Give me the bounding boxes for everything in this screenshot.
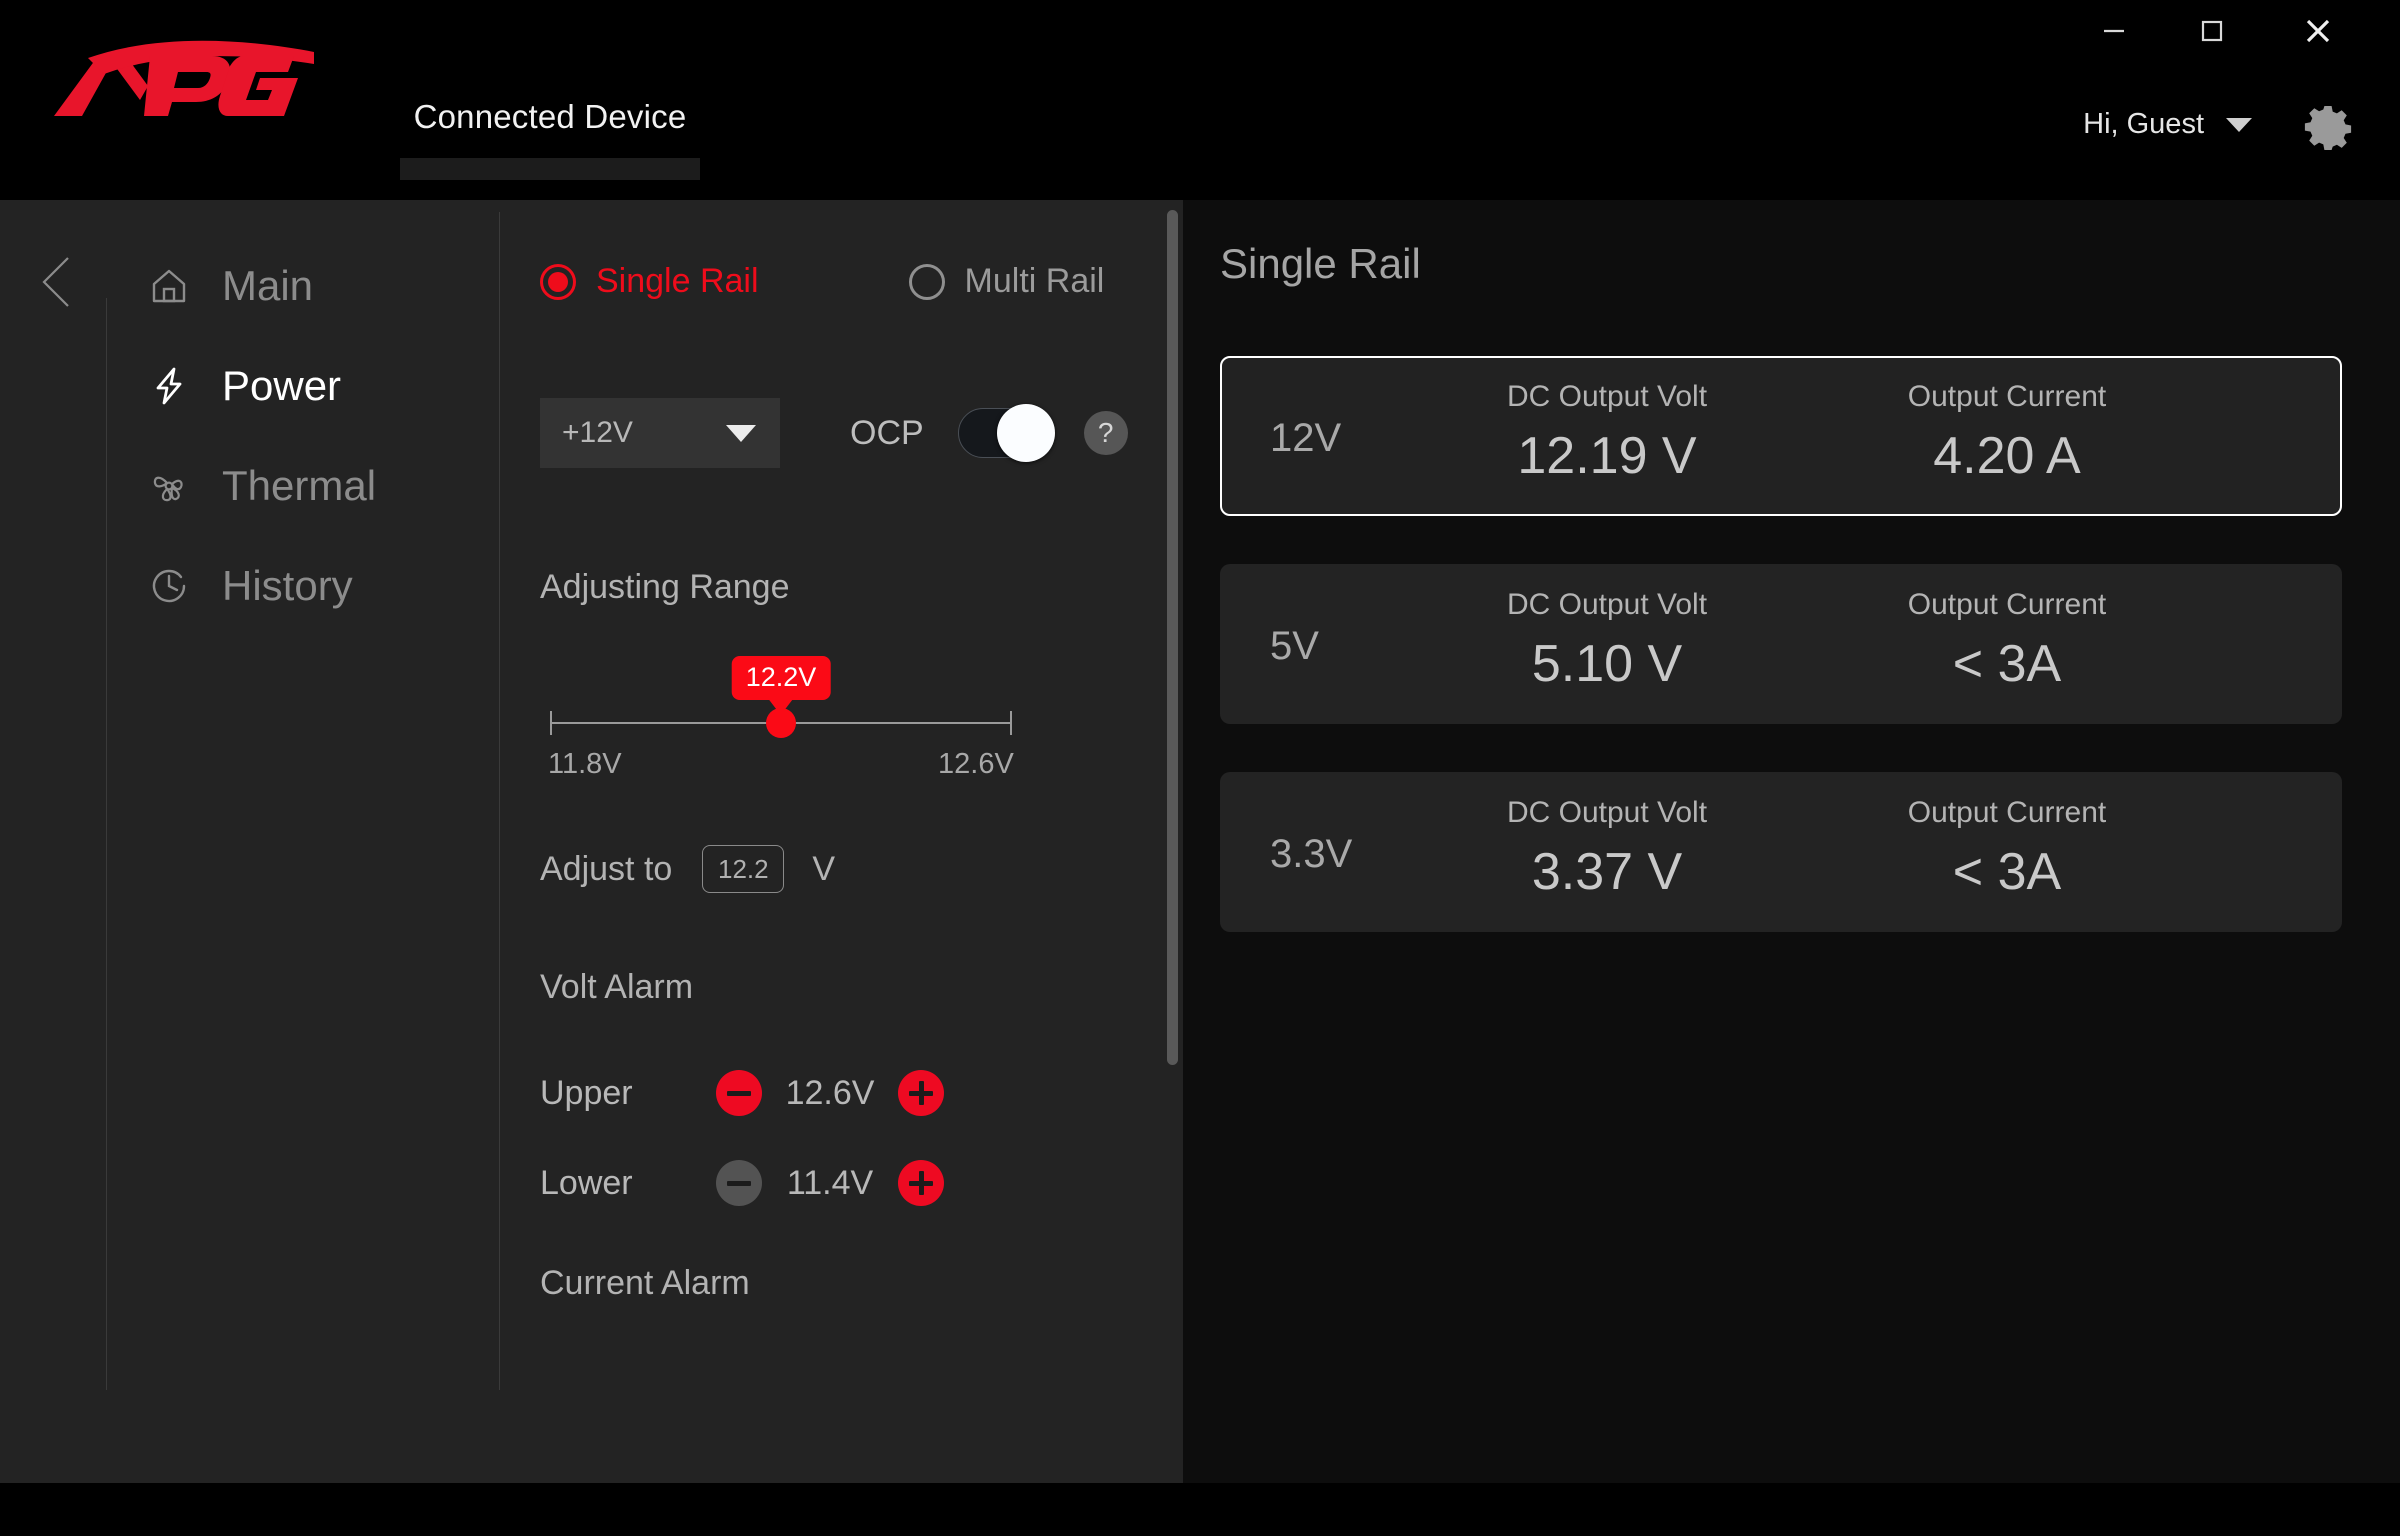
- rail-controls-row: +12V OCP ?: [540, 398, 1128, 468]
- increment-button[interactable]: [898, 1160, 944, 1206]
- home-icon: [146, 263, 192, 309]
- account-label: Hi, Guest: [2083, 108, 2204, 140]
- dc-output-volt-value: 12.19 V: [1517, 427, 1697, 485]
- current-alarm-title: Current Alarm: [540, 1264, 750, 1302]
- rail-select-value: +12V: [562, 416, 633, 449]
- row-value: 12.6V: [785, 1073, 875, 1112]
- ocp-toggle[interactable]: [957, 404, 1055, 462]
- dc-output-volt-value: 3.37 V: [1531, 843, 1683, 901]
- chevron-down-icon: [2226, 117, 2252, 132]
- decrement-button[interactable]: [716, 1070, 762, 1116]
- row-label: Lower: [540, 1163, 633, 1202]
- output-current-column: Output Current 4.20 A: [1842, 380, 2172, 486]
- sidebar-item-power[interactable]: Power: [146, 352, 476, 420]
- increment-button[interactable]: [898, 1070, 944, 1116]
- rail-mode-group: Single Rail Multi Rail: [540, 262, 1104, 301]
- panel-divider-right: [499, 212, 500, 1390]
- window-controls: [2040, 0, 2400, 64]
- sidebar-item-label: Thermal: [222, 462, 377, 509]
- column-label: DC Output Volt: [1506, 796, 1708, 829]
- adjust-to-input[interactable]: 12.2: [702, 845, 785, 893]
- slider-cap-right: [1010, 711, 1012, 735]
- chevron-down-icon: [726, 424, 756, 442]
- dc-output-volt-column: DC Output Volt 12.19 V: [1442, 380, 1772, 486]
- adjust-to-unit: V: [812, 849, 835, 888]
- sidebar-item-label: Main: [222, 262, 314, 309]
- xpg-logo: [52, 38, 322, 130]
- column-label: Output Current: [1907, 588, 2107, 621]
- rail-name: 3.3V: [1270, 831, 1353, 876]
- radio-multi-rail[interactable]: Multi Rail: [908, 262, 1105, 301]
- rail-card-3-3v[interactable]: 3.3V DC Output Volt 3.37 V Output Curren…: [1220, 772, 2342, 932]
- radio-indicator: [540, 263, 576, 300]
- dc-output-volt-column: DC Output Volt 5.10 V: [1442, 588, 1772, 694]
- sidebar-nav: Main Power Thermal History: [146, 252, 476, 652]
- account-menu[interactable]: Hi, Guest: [2083, 108, 2252, 141]
- rail-name: 5V: [1270, 623, 1319, 668]
- slider-thumb[interactable]: [766, 708, 796, 738]
- question-icon[interactable]: ?: [1083, 411, 1128, 455]
- row-value: 11.4V: [786, 1163, 874, 1202]
- column-label: Output Current: [1907, 380, 2107, 413]
- sidebar-item-label: History: [222, 562, 353, 609]
- sidebar-item-label: Power: [222, 362, 342, 409]
- title-bar: Connected Device Hi, Guest: [0, 0, 2400, 200]
- radio-single-rail[interactable]: Single Rail: [540, 262, 759, 301]
- adjust-to-label: Adjust to: [540, 849, 673, 888]
- slider-tooltip: 12.2V: [731, 656, 831, 700]
- output-current-value: 4.20 A: [1933, 427, 2081, 485]
- sidebar-item-history[interactable]: History: [146, 552, 476, 620]
- rail-name: 12V: [1270, 415, 1342, 460]
- volt-alarm-title: Volt Alarm: [540, 968, 694, 1006]
- radio-indicator: [908, 263, 945, 300]
- column-label: DC Output Volt: [1506, 380, 1708, 413]
- gear-icon[interactable]: [2302, 102, 2354, 154]
- rail-card-5v[interactable]: 5V DC Output Volt 5.10 V Output Current …: [1220, 564, 2342, 724]
- rail-select[interactable]: +12V: [540, 398, 780, 468]
- output-current-value: < 3A: [1952, 843, 2062, 901]
- decrement-button: [716, 1160, 762, 1206]
- radio-label: Single Rail: [596, 262, 759, 300]
- ocp-label: OCP: [850, 413, 924, 452]
- column-label: DC Output Volt: [1506, 588, 1708, 621]
- slider-max-label: 12.6V: [938, 748, 1014, 780]
- row-label: Upper: [540, 1073, 633, 1112]
- slider-min-label: 11.8V: [548, 748, 622, 780]
- adjust-to-row: Adjust to 12.2 V: [540, 845, 835, 893]
- panel-scrollbar[interactable]: [1167, 210, 1178, 1065]
- sidebar-item-thermal[interactable]: Thermal: [146, 452, 476, 520]
- rail-card-12v[interactable]: 12V DC Output Volt 12.19 V Output Curren…: [1220, 356, 2342, 516]
- panel-divider-left: [106, 298, 107, 1390]
- output-current-column: Output Current < 3A: [1842, 588, 2172, 694]
- clock-icon: [146, 563, 192, 609]
- chevron-left-icon[interactable]: [36, 252, 80, 312]
- voltage-slider[interactable]: 12.2V: [550, 656, 1012, 738]
- toggle-knob: [996, 404, 1055, 462]
- minimize-icon[interactable]: [2072, 0, 2156, 62]
- readout-title: Single Rail: [1220, 240, 1421, 287]
- close-icon[interactable]: [2276, 0, 2360, 62]
- column-label: Output Current: [1907, 796, 2107, 829]
- lightning-icon: [146, 363, 192, 409]
- output-current-value: < 3A: [1952, 635, 2062, 693]
- volt-alarm-upper-row: Upper 12.6V: [540, 1070, 944, 1116]
- app-window: Connected Device Hi, Guest Main Power Th…: [0, 0, 2400, 1536]
- adjusting-range-title: Adjusting Range: [540, 568, 790, 606]
- dc-output-volt-column: DC Output Volt 3.37 V: [1442, 796, 1772, 902]
- radio-label: Multi Rail: [964, 262, 1105, 300]
- sidebar-item-main[interactable]: Main: [146, 252, 476, 320]
- maximize-icon[interactable]: [2170, 0, 2254, 62]
- tab-connected-device[interactable]: Connected Device: [400, 98, 700, 180]
- fan-icon: [146, 463, 192, 509]
- volt-alarm-lower-row: Lower 11.4V: [540, 1160, 944, 1206]
- slider-cap-left: [550, 711, 552, 735]
- output-current-column: Output Current < 3A: [1842, 796, 2172, 902]
- dc-output-volt-value: 5.10 V: [1531, 635, 1683, 693]
